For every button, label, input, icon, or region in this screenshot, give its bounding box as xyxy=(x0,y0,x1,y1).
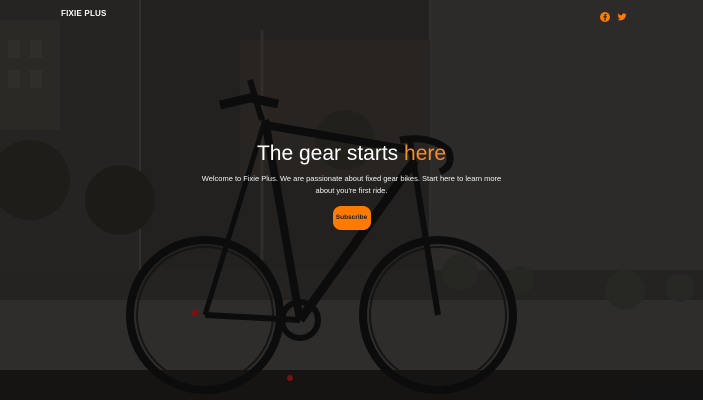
tagline-line-2: about you're first ride. xyxy=(315,186,388,195)
facebook-icon[interactable] xyxy=(600,9,610,22)
headline-accent: here xyxy=(404,142,447,165)
tagline-line-1: Welcome to Fixie Plus. We are passionate… xyxy=(201,174,502,183)
twitter-icon[interactable] xyxy=(617,9,627,21)
navbar: FIXIE PLUS xyxy=(0,0,703,30)
hero-content: The gear starts here Welcome to Fixie Pl… xyxy=(0,141,703,230)
hero-section: FIXIE PLUS The gear starts here Welcome … xyxy=(0,0,703,400)
headline-main: The gear starts xyxy=(256,142,405,165)
brand-logo[interactable]: FIXIE PLUS xyxy=(61,9,107,18)
subscribe-button[interactable]: Subscribe xyxy=(332,206,371,230)
hero-tagline: Welcome to Fixie Plus. We are passionate… xyxy=(202,173,502,197)
hero-headline: The gear starts here xyxy=(0,141,703,167)
